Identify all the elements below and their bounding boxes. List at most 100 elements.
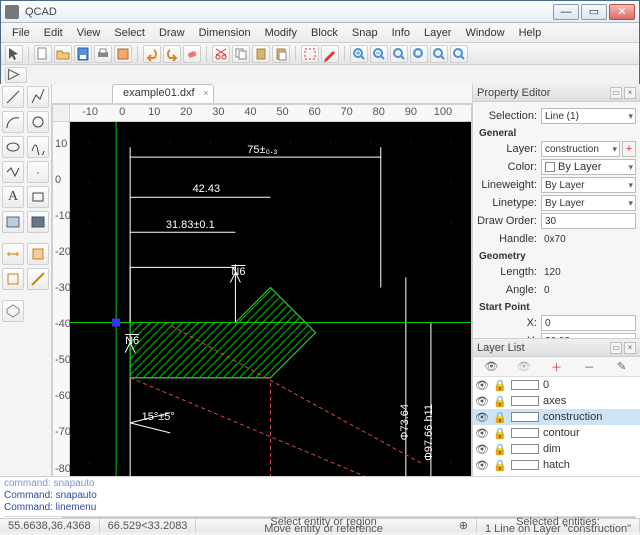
deselect-icon[interactable] (301, 45, 319, 63)
zoom-out-icon[interactable] (370, 45, 388, 63)
snap-toggle-icon[interactable]: ⊕ (451, 519, 477, 532)
new-file-icon[interactable] (34, 45, 52, 63)
menu-draw[interactable]: Draw (152, 25, 192, 41)
paste-icon[interactable] (272, 45, 290, 63)
leader-tool-icon[interactable] (27, 243, 49, 265)
tab-label: example01.dxf (123, 87, 195, 99)
copy-icon[interactable] (232, 45, 250, 63)
show-all-layers-icon[interactable]: 👁 (483, 359, 499, 375)
tab-example01[interactable]: example01.dxf × (112, 84, 214, 103)
modify-tool-icon[interactable] (2, 268, 24, 290)
lock-icon[interactable]: 🔒 (493, 379, 507, 392)
line-tool-icon[interactable] (2, 86, 24, 108)
layer-list-header[interactable]: Layer List ▭× (473, 339, 640, 357)
start-x-field[interactable]: 0 (541, 315, 636, 331)
surf-n6b: N6 (125, 335, 139, 347)
property-editor-header[interactable]: Property Editor ▭× (473, 84, 640, 102)
minimize-button[interactable]: — (553, 4, 579, 20)
menu-layer[interactable]: Layer (417, 25, 459, 41)
polyline2-tool-icon[interactable] (2, 161, 24, 183)
print-icon[interactable] (94, 45, 112, 63)
color-combo[interactable]: By Layer (541, 159, 636, 175)
add-layer-icon[interactable]: ＋ (548, 359, 564, 375)
open-file-icon[interactable] (54, 45, 72, 63)
image-tool-icon[interactable] (2, 211, 24, 233)
spline-tool-icon[interactable] (27, 136, 49, 158)
erase-icon[interactable] (183, 45, 201, 63)
zoom-previous-icon[interactable] (450, 45, 468, 63)
main-toolbar (1, 43, 639, 65)
start-y-field[interactable]: 36.82 (541, 333, 636, 338)
measure-tool-icon[interactable] (27, 268, 49, 290)
close-button[interactable]: ✕ (609, 4, 635, 20)
layer-panel-float-icon[interactable]: ▭ (610, 342, 622, 354)
text-tool-icon[interactable]: A (2, 186, 24, 208)
hide-all-layers-icon[interactable]: 👁 (516, 359, 532, 375)
panel-float-icon[interactable]: ▭ (610, 87, 622, 99)
menu-help[interactable]: Help (512, 25, 549, 41)
draworder-field[interactable]: 30 (541, 213, 636, 229)
menu-info[interactable]: Info (385, 25, 417, 41)
dim-75: 75±₀.₃ (247, 144, 277, 156)
handle-value: 0x70 (541, 231, 636, 247)
title-bar: QCAD — ▭ ✕ (1, 1, 639, 23)
status-rel-coord: 66.529<33.2083 (100, 519, 197, 532)
tab-close-icon[interactable]: × (203, 88, 208, 98)
dimension-tool-icon[interactable] (2, 243, 24, 265)
angle-value: 0 (541, 282, 636, 298)
menu-select[interactable]: Select (107, 25, 152, 41)
panel-close-icon[interactable]: × (624, 87, 636, 99)
menu-modify[interactable]: Modify (258, 25, 304, 41)
back-arrow-icon[interactable] (5, 67, 27, 83)
pointer-icon[interactable] (5, 45, 23, 63)
status-bar: 55.6638,36.4368 66.529<33.2083 Select en… (0, 518, 640, 532)
layer-row: 👁🔒0 (473, 377, 640, 393)
arc-tool-icon[interactable] (2, 111, 24, 133)
menu-edit[interactable]: Edit (37, 25, 70, 41)
cut-icon[interactable] (212, 45, 230, 63)
dim-angle: 15°±5° (142, 411, 175, 423)
layer-row: 👁🔒dim (473, 441, 640, 457)
zoom-window-icon[interactable] (410, 45, 428, 63)
tool-palette: · A (0, 84, 52, 498)
clipboard-icon[interactable] (252, 45, 270, 63)
menu-dimension[interactable]: Dimension (192, 25, 258, 41)
point-tool-icon[interactable]: · (27, 161, 49, 183)
menu-view[interactable]: View (70, 25, 108, 41)
menu-file[interactable]: File (5, 25, 37, 41)
menu-window[interactable]: Window (458, 25, 511, 41)
edit-layer-icon[interactable]: ✎ (614, 359, 630, 375)
remove-layer-icon[interactable]: － (581, 359, 597, 375)
menu-block[interactable]: Block (304, 25, 345, 41)
undo-icon[interactable] (143, 45, 161, 63)
polyline-tool-icon[interactable] (27, 86, 49, 108)
log-line: command: snapauto (4, 478, 636, 490)
maximize-button[interactable]: ▭ (581, 4, 607, 20)
redo-icon[interactable] (163, 45, 181, 63)
zoom-extents-icon[interactable] (390, 45, 408, 63)
menu-bar: File Edit View Select Draw Dimension Mod… (1, 23, 639, 43)
rect-tool-icon[interactable] (27, 186, 49, 208)
hatch-tool-icon[interactable] (27, 211, 49, 233)
zoom-in-icon[interactable] (350, 45, 368, 63)
layer-panel-close-icon[interactable]: × (624, 342, 636, 354)
menu-snap[interactable]: Snap (345, 25, 385, 41)
zoom-selection-icon[interactable] (430, 45, 448, 63)
print-preview-icon[interactable] (114, 45, 132, 63)
secondary-toolbar (1, 65, 639, 85)
lineweight-combo[interactable]: By Layer (541, 177, 636, 193)
save-icon[interactable] (74, 45, 92, 63)
linetype-combo[interactable]: By Layer (541, 195, 636, 211)
pencil-icon[interactable] (321, 45, 339, 63)
layer-combo[interactable]: construction (541, 141, 620, 157)
app-icon (5, 5, 19, 19)
layer-row: 👁🔒construction (473, 409, 640, 425)
block-tool-icon[interactable] (2, 300, 24, 322)
add-layer-button[interactable]: + (622, 141, 636, 157)
layer-toolbar: 👁 👁 ＋ － ✎ (473, 357, 640, 377)
visibility-icon[interactable]: 👁 (475, 379, 489, 392)
drawing-canvas[interactable]: 75±₀.₃ 42.43 31.83±0.1 N6 N6 15°±5° Φ73.… (70, 122, 472, 484)
selection-combo[interactable]: Line (1) (541, 108, 636, 124)
circle-tool-icon[interactable] (27, 111, 49, 133)
ellipse-tool-icon[interactable] (2, 136, 24, 158)
